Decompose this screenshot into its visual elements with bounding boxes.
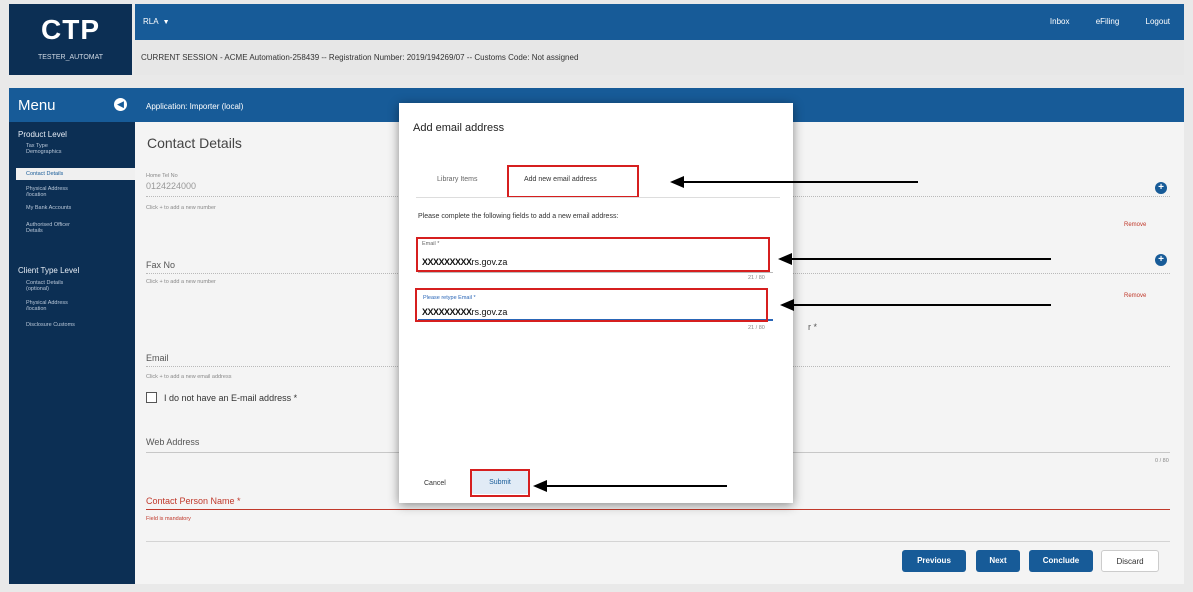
email-counter: 21 / 80 bbox=[748, 275, 765, 281]
add-phone-icon[interactable]: + bbox=[1155, 182, 1167, 194]
email-label: Email bbox=[146, 353, 169, 363]
previous-button[interactable]: Previous bbox=[902, 550, 966, 572]
menu-title: Menu bbox=[18, 97, 56, 114]
retype-highlight-box bbox=[415, 288, 768, 322]
section-product-level: Product Level bbox=[18, 130, 67, 139]
email-highlight-box bbox=[416, 237, 770, 272]
sidebar-item-client-physical-address[interactable]: Physical Address /location bbox=[26, 300, 81, 312]
contact-person-label: Contact Person Name * bbox=[146, 496, 241, 506]
email-hint: Click + to add a new email address bbox=[146, 374, 232, 380]
app-window: CTP TESTER_AUTOMAT RLA ▼ Inbox eFiling Lo… bbox=[0, 0, 1193, 592]
obscured-field-fragment: r * bbox=[808, 322, 817, 332]
sidebar-item-authorised-officer[interactable]: Authorised Officer Details bbox=[26, 222, 86, 234]
contact-person-input[interactable] bbox=[146, 509, 1170, 510]
profile-menu[interactable]: RLA ▼ bbox=[143, 17, 170, 26]
dialog-instruction: Please complete the following fields to … bbox=[418, 213, 619, 220]
email-field-underline bbox=[418, 272, 773, 273]
retype-email-counter: 21 / 80 bbox=[748, 325, 765, 331]
tab-arrow-icon bbox=[670, 176, 918, 188]
home-tel-hint: Click + to add a new number bbox=[146, 205, 216, 211]
session-bar: CURRENT SESSION - ACME Automation-258439… bbox=[135, 40, 1184, 75]
efiling-link[interactable]: eFiling bbox=[1096, 17, 1120, 26]
sidebar-item-contact-details[interactable]: Contact Details bbox=[16, 168, 135, 180]
fax-label: Fax No bbox=[146, 260, 176, 270]
form-divider bbox=[146, 541, 1170, 542]
web-address-label: Web Address bbox=[146, 437, 200, 447]
logout-link[interactable]: Logout bbox=[1146, 17, 1170, 26]
submit-arrow-icon bbox=[533, 480, 727, 492]
fax-hint: Click + to add a new number bbox=[146, 279, 216, 285]
session-info: CURRENT SESSION - ACME Automation-258439… bbox=[141, 53, 579, 62]
username: TESTER_AUTOMAT bbox=[37, 54, 104, 61]
mandatory-hint: Field is mandatory bbox=[146, 516, 191, 522]
tab-highlight-box bbox=[507, 165, 639, 198]
menu-header: Menu ◀ bbox=[9, 88, 135, 122]
conclude-button[interactable]: Conclude bbox=[1029, 550, 1093, 572]
add-email-dialog: Add email address Library Items Add new … bbox=[399, 103, 793, 503]
top-bar: RLA ▼ Inbox eFiling Logout bbox=[135, 4, 1184, 40]
application-label: Application: Importer (local) bbox=[146, 102, 244, 111]
sidebar-item-physical-address[interactable]: Physical Address /location bbox=[26, 186, 81, 198]
cancel-button[interactable]: Cancel bbox=[424, 480, 446, 487]
logo-block: CTP TESTER_AUTOMAT bbox=[9, 4, 132, 75]
caret-down-icon: ▼ bbox=[162, 19, 170, 26]
tab-library-items[interactable]: Library Items bbox=[437, 176, 477, 183]
app-logo: CTP bbox=[41, 14, 100, 45]
inbox-link[interactable]: Inbox bbox=[1050, 17, 1070, 26]
sidebar: Menu ◀ Product Level Tax Type Demographi… bbox=[9, 88, 135, 584]
submit-highlight-box bbox=[470, 469, 530, 497]
section-client-type-level: Client Type Level bbox=[18, 266, 80, 275]
profile-menu-label: RLA bbox=[143, 17, 159, 26]
home-tel-value[interactable]: 0124224000 bbox=[146, 181, 196, 191]
email-arrow-icon bbox=[778, 253, 1051, 265]
sidebar-item-contact-details-optional[interactable]: Contact Details (optional) bbox=[26, 280, 76, 292]
next-button[interactable]: Next bbox=[976, 550, 1020, 572]
tab-divider bbox=[416, 197, 780, 198]
add-fax-icon[interactable]: + bbox=[1155, 254, 1167, 266]
home-tel-label: Home Tel No bbox=[146, 173, 178, 179]
no-email-checkbox[interactable] bbox=[146, 392, 157, 403]
retype-arrow-icon bbox=[780, 299, 1051, 311]
no-email-label: I do not have an E-mail address * bbox=[164, 393, 298, 403]
top-links: Inbox eFiling Logout bbox=[1026, 17, 1170, 26]
discard-button[interactable]: Discard bbox=[1101, 550, 1159, 572]
web-address-counter: 0 / 80 bbox=[1155, 458, 1169, 464]
page-title: Contact Details bbox=[147, 135, 242, 151]
remove-fax-link[interactable]: Remove bbox=[1124, 293, 1146, 299]
dialog-title: Add email address bbox=[413, 122, 505, 134]
sidebar-item-disclosure-customs[interactable]: Disclosure Customs bbox=[26, 322, 126, 328]
sidebar-item-bank-accounts[interactable]: My Bank Accounts bbox=[26, 205, 126, 211]
sidebar-item-tax-type[interactable]: Tax Type Demographics bbox=[26, 143, 76, 155]
menu-toggle-icon[interactable]: ◀ bbox=[114, 98, 127, 111]
remove-phone-link[interactable]: Remove bbox=[1124, 222, 1146, 228]
